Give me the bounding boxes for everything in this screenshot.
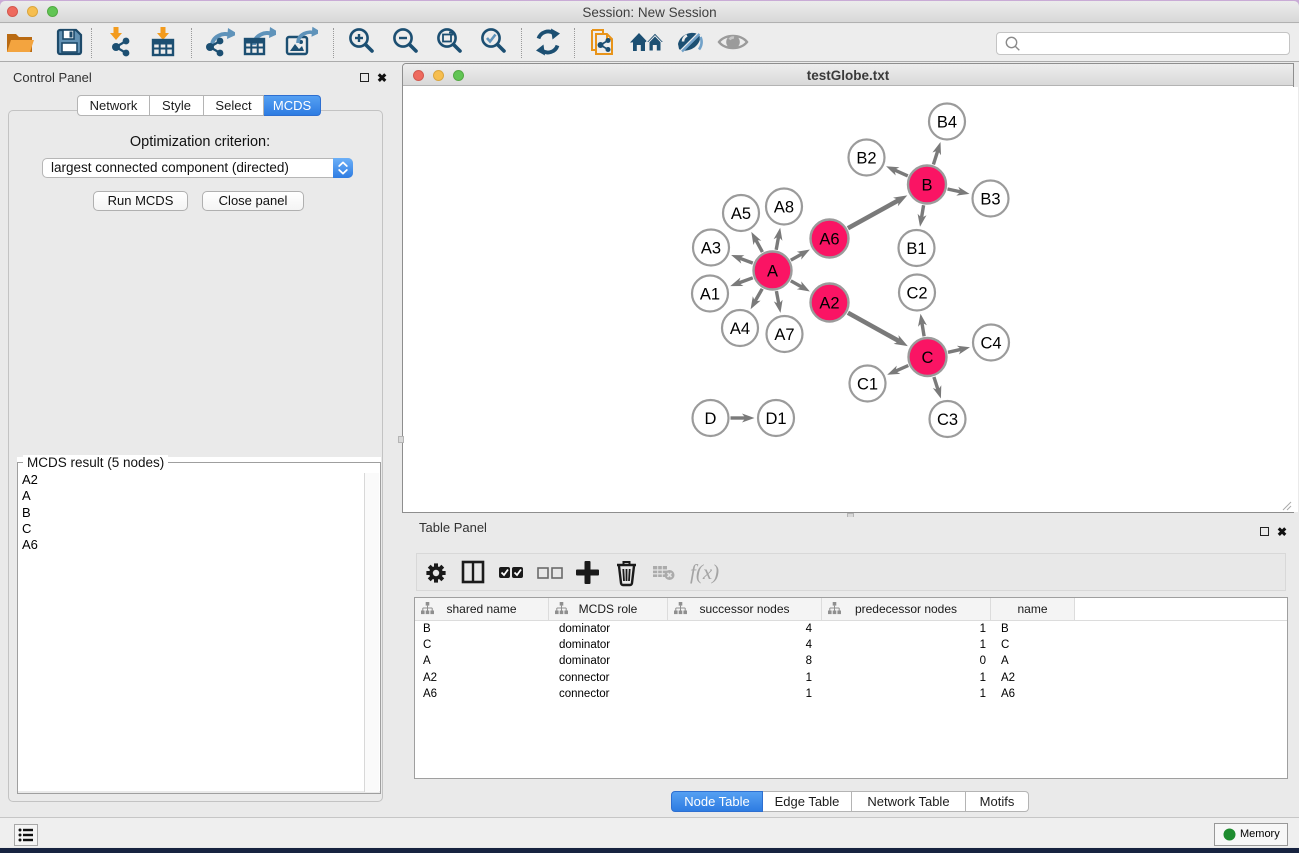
svg-text:A1: A1 — [700, 286, 720, 304]
svg-text:C: C — [922, 349, 934, 367]
svg-text:B: B — [921, 177, 932, 195]
svg-text:B3: B3 — [980, 191, 1000, 209]
svg-text:C2: C2 — [906, 285, 927, 303]
svg-text:B4: B4 — [937, 114, 957, 132]
svg-text:f(x): f(x) — [690, 561, 719, 584]
svg-text:C3: C3 — [937, 411, 958, 429]
svg-text:B1: B1 — [906, 240, 926, 258]
svg-text:A8: A8 — [774, 199, 794, 217]
svg-text:C4: C4 — [980, 335, 1001, 353]
svg-text:A5: A5 — [731, 205, 751, 223]
svg-text:D: D — [705, 410, 717, 428]
svg-text:A6: A6 — [819, 231, 839, 249]
svg-text:B2: B2 — [856, 150, 876, 168]
svg-text:A4: A4 — [730, 320, 750, 338]
svg-text:A7: A7 — [774, 326, 794, 344]
svg-text:C1: C1 — [857, 376, 878, 394]
svg-text:A2: A2 — [819, 295, 839, 313]
svg-text:A: A — [767, 263, 778, 281]
svg-text:D1: D1 — [765, 410, 786, 428]
svg-text:A3: A3 — [701, 240, 721, 258]
